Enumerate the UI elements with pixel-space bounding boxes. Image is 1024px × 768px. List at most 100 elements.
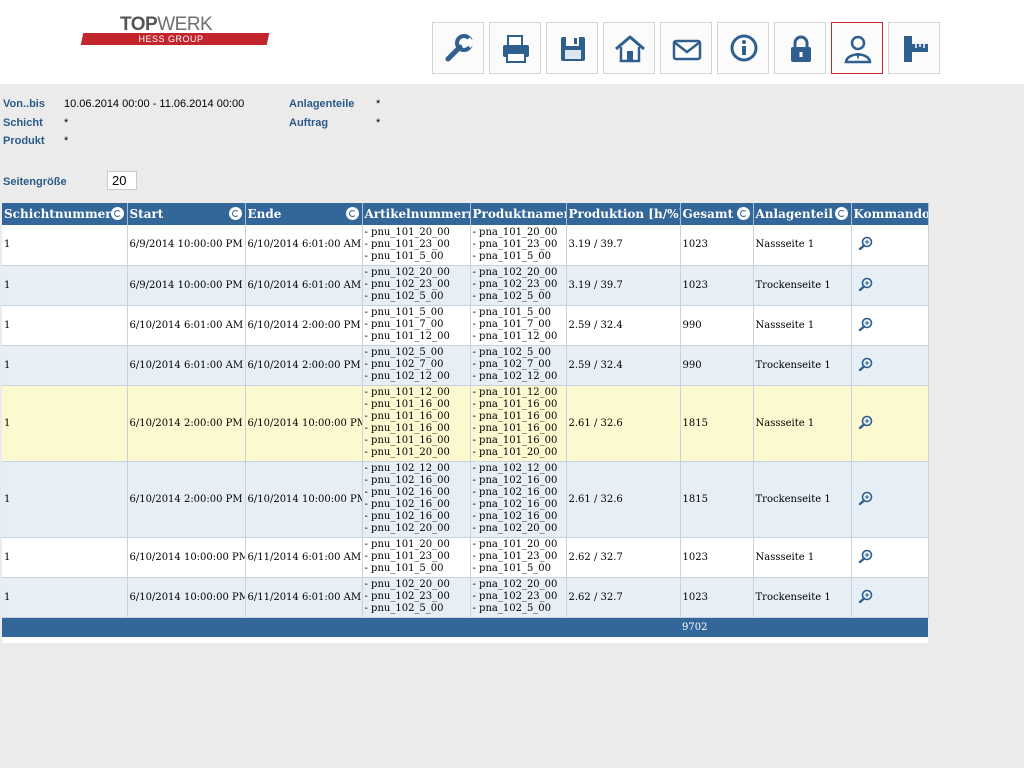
table-row: 1 6/10/2014 2:00:00 PM 6/10/2014 10:00:00 …: [2, 385, 929, 462]
zoom-icon[interactable]: [858, 317, 874, 331]
user-button[interactable]: [831, 22, 883, 74]
save-button[interactable]: [546, 22, 598, 74]
article-number: - pnu_102_23_00: [364, 591, 450, 602]
cell-total: 990: [680, 345, 754, 386]
cell-command: [851, 461, 929, 538]
column-header-start[interactable]: Start: [127, 203, 246, 225]
cell-production: 2.61 / 32.6: [566, 461, 681, 538]
zoom-icon[interactable]: [858, 549, 874, 563]
cell-total: 1815: [680, 385, 754, 462]
product-name: - pna_102_5_00: [472, 291, 552, 302]
cell-unit: Nassseite 1: [753, 385, 852, 462]
zoom-icon[interactable]: [858, 589, 874, 603]
cell-start: 6/9/2014 10:00:00 PM: [127, 225, 246, 266]
filter-label-auftrag: Auftrag: [289, 117, 329, 129]
zoom-icon[interactable]: [858, 491, 874, 505]
sort-icon[interactable]: [110, 207, 124, 220]
table-row: 1 6/9/2014 10:00:00 PM 6/10/2014 6:01:00 A…: [2, 265, 929, 306]
print-icon: [503, 35, 529, 63]
cell-start: 6/10/2014 2:00:00 PM: [127, 461, 246, 538]
sort-icon[interactable]: [834, 207, 848, 220]
save-icon: [561, 37, 585, 61]
column-header-produktnamen: Produktnamen: [470, 203, 567, 225]
cell-shift: 1: [2, 537, 128, 578]
article-number: - pnu_102_5_00: [364, 347, 444, 358]
cell-unit: Trockenseite 1: [753, 345, 852, 386]
cell-end: 6/11/2014 6:01:00 AM: [245, 537, 363, 578]
article-number: - pnu_101_16_00: [364, 411, 450, 422]
sort-icon[interactable]: [345, 207, 359, 220]
cell-command: [851, 537, 929, 578]
cell-total: 1815: [680, 461, 754, 538]
product-name: - pna_101_23_00: [472, 238, 558, 250]
measure-button[interactable]: [888, 22, 940, 74]
cell-production: 2.62 / 32.7: [566, 577, 681, 618]
user-icon: [844, 35, 872, 64]
cell-shift: 1: [2, 305, 128, 346]
filter-value-produkt: *: [64, 135, 69, 147]
cell-production: 2.62 / 32.7: [566, 537, 681, 578]
product-name: - pna_101_12_00: [472, 387, 558, 398]
zoom-icon[interactable]: [858, 236, 874, 251]
cell-total: 1023: [680, 265, 754, 306]
cell-shift: 1: [2, 577, 128, 618]
mail-button[interactable]: [660, 22, 712, 74]
cell-production: 2.59 / 32.4: [566, 345, 681, 386]
product-name: - pna_101_16_00: [472, 399, 558, 410]
product-name: - pna_102_5_00: [472, 347, 552, 358]
cell-unit: Trockenseite 1: [753, 577, 852, 618]
filter-label-produkt: Produkt: [3, 135, 45, 147]
product-name: - pna_102_16_00: [472, 499, 558, 510]
product-name: - pna_101_5_00: [472, 307, 552, 318]
zoom-icon[interactable]: [858, 357, 874, 371]
cell-total: 1023: [680, 577, 754, 618]
home-button[interactable]: [603, 22, 655, 74]
print-button[interactable]: [489, 22, 541, 74]
article-number: - pnu_101_7_00: [364, 319, 444, 330]
cell-end: 6/10/2014 6:01:00 AM: [245, 265, 363, 306]
shift-table: Schichtnummer Start Ende Artikelnummern …: [2, 203, 929, 643]
product-name: - pna_102_16_00: [472, 487, 558, 498]
product-name: - pna_102_20_00: [472, 267, 558, 278]
zoom-icon[interactable]: [858, 415, 874, 429]
cell-products: - pna_102_12_00- pna_102_16_00- pna_102_…: [470, 461, 567, 538]
lock-button[interactable]: [774, 22, 826, 74]
column-header-ende[interactable]: Ende: [245, 203, 363, 225]
product-name: - pna_102_16_00: [472, 511, 558, 522]
table-header-row: Schichtnummer Start Ende Artikelnummern …: [2, 203, 929, 225]
column-header-anlagenteil[interactable]: Anlagenteil: [753, 203, 852, 225]
table-row: 1 6/10/2014 10:00:00 PM 6/11/2014 6:01:00 …: [2, 537, 929, 578]
topwerk-logo: TOPWERK HESS GROUP: [80, 15, 270, 47]
sort-icon[interactable]: [228, 207, 242, 220]
table-row: 1 6/9/2014 10:00:00 PM 6/10/2014 6:01:00 A…: [2, 225, 929, 266]
article-number: - pnu_101_12_00: [364, 387, 450, 398]
settings-button[interactable]: [432, 22, 484, 74]
cell-end: 6/10/2014 10:00:00 PM: [245, 385, 363, 462]
article-number: - pnu_101_5_00: [364, 307, 444, 318]
cell-shift: 1: [2, 265, 128, 306]
page-size-input[interactable]: [107, 171, 137, 190]
page-size-label: Seitengröße: [3, 176, 67, 188]
column-header-schichtnummer[interactable]: Schichtnummer: [2, 203, 128, 225]
wrench-icon: [445, 34, 476, 62]
article-number: - pnu_101_16_00: [364, 399, 450, 410]
zoom-icon[interactable]: [858, 277, 874, 291]
cell-start: 6/10/2014 2:00:00 PM: [127, 385, 246, 462]
cell-total: 1023: [680, 537, 754, 578]
product-name: - pna_101_20_00: [472, 539, 558, 550]
cell-products: - pna_101_12_00- pna_101_16_00- pna_101_…: [470, 385, 567, 462]
cell-production: 2.61 / 32.6: [566, 385, 681, 462]
article-number: - pnu_102_20_00: [364, 267, 450, 278]
cell-articles: - pnu_101_5_00- pnu_101_7_00- pnu_101_12…: [362, 305, 471, 346]
sort-icon[interactable]: [736, 207, 750, 220]
info-button[interactable]: [717, 22, 769, 74]
product-name: - pna_102_5_00: [472, 603, 552, 614]
footer-total: 9702: [680, 617, 753, 637]
cell-articles: - pnu_102_20_00- pnu_102_23_00- pnu_102_…: [362, 577, 471, 618]
article-number: - pnu_102_20_00: [364, 523, 450, 534]
product-name: - pna_101_12_00: [472, 331, 558, 342]
lock-icon: [791, 35, 811, 62]
column-header-gesamt[interactable]: Gesamt: [680, 203, 754, 225]
filter-label-anlagenteile: Anlagenteile: [289, 98, 355, 110]
article-number: - pnu_101_16_00: [364, 423, 450, 434]
